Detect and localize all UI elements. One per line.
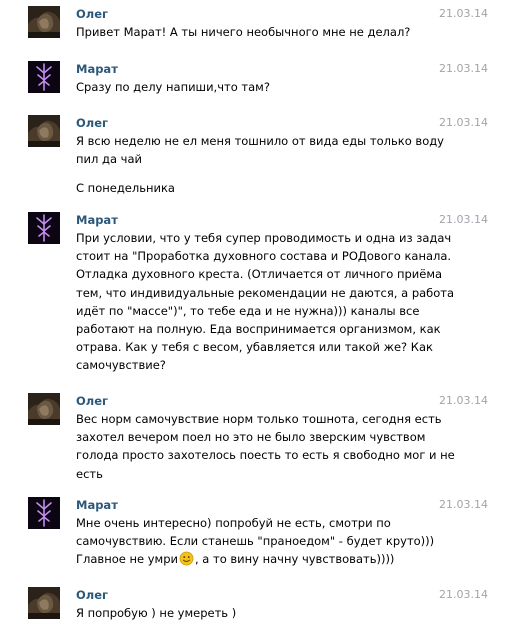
marat-avatar-rune	[28, 61, 60, 93]
message-date[interactable]: 21.03.14	[439, 587, 488, 603]
message-paragraph: Сразу по делу напиши,что там?	[76, 78, 436, 96]
message-line: Привет Марат! А ты ничего необычного мне…	[76, 25, 411, 39]
message-paragraph: Привет Марат! А ты ничего необычного мне…	[76, 23, 436, 41]
message-date[interactable]: 21.03.14	[439, 6, 488, 22]
message-date[interactable]: 21.03.14	[439, 212, 488, 228]
message-line: Вес норм самочувствие норм только тошнот…	[76, 412, 442, 426]
message-line: самочувствию. Если станешь "праноедом" -…	[76, 534, 435, 549]
message-line: Отладка духовного креста. (Отличается от…	[76, 267, 443, 282]
message-line: Главное не умри , а то вину начну чувство…	[76, 550, 436, 568]
author-link[interactable]: Олег	[76, 587, 108, 603]
message-line: работают на полную. Еда воспринимается о…	[76, 322, 441, 337]
message-text: Я попробую ) не умереть )	[76, 604, 436, 622]
message-line: С понедельника	[76, 181, 175, 196]
message-date[interactable]: 21.03.14	[439, 115, 488, 131]
avatar[interactable]	[28, 587, 60, 619]
message-text: Сразу по делу напиши,что там?	[76, 78, 436, 96]
message-text: Мне очень интересно) попробуй не есть, с…	[76, 514, 436, 569]
message-line-part: Главное не умри	[76, 552, 178, 567]
message-paragraph: Мне очень интересно) попробуй не есть, с…	[76, 514, 436, 569]
message-paragraph: Я всю неделю не ел меня тошнило от вида …	[76, 132, 444, 168]
avatar[interactable]	[28, 6, 60, 38]
author-link[interactable]: Олег	[76, 393, 108, 409]
oleg-avatar-photo	[28, 115, 60, 147]
message-paragraph: Я попробую ) не умереть )	[76, 604, 436, 622]
avatar[interactable]	[28, 61, 60, 93]
message-line: отрава. Как у тебя с весом, убавляется и…	[76, 340, 433, 355]
message-line: Сразу по делу напиши,что там?	[76, 80, 270, 94]
author-link[interactable]: Марат	[76, 497, 118, 513]
message-line: пил да чай	[76, 152, 142, 167]
message-line: При условии, что у тебя супер проводимос…	[76, 231, 452, 245]
message-line: Мне очень интересно) попробуй не есть, с…	[76, 516, 391, 530]
message-history: Олег 21.03.14 Привет Марат! А ты ничего не…	[0, 0, 532, 639]
marat-avatar-rune	[28, 212, 60, 244]
avatar[interactable]	[28, 497, 60, 529]
message-line: стоит на "Проработка духовного состава и…	[76, 249, 452, 264]
message-line: идёт по "массе")", то тебе еда и не нужн…	[76, 303, 420, 318]
message-line: захотел вечером поел но это не было звер…	[76, 430, 426, 445]
message-date[interactable]: 21.03.14	[439, 61, 488, 77]
oleg-avatar-photo	[28, 6, 60, 38]
message-line: голода просто захотелось поесть то есть …	[76, 448, 455, 463]
author-link[interactable]: Марат	[76, 61, 118, 77]
message-date[interactable]: 21.03.14	[439, 497, 488, 513]
author-link[interactable]: Олег	[76, 115, 108, 131]
message-text: Вес норм самочувствие норм только тошнот…	[76, 410, 455, 483]
author-link[interactable]: Олег	[76, 6, 108, 22]
message-line: Я попробую ) не умереть )	[76, 606, 237, 620]
message-line: самочувствие?	[76, 358, 166, 373]
message-text: При условии, что у тебя супер проводимос…	[76, 229, 455, 375]
message-paragraph: С понедельника	[76, 179, 436, 197]
message-text: Я всю неделю не ел меня тошнило от вида …	[76, 132, 444, 198]
message-line: тем, что индивидуальные рекомендации не …	[76, 285, 455, 300]
message-paragraph: При условии, что у тебя супер проводимос…	[76, 229, 455, 375]
smiley-emoji-icon	[179, 551, 194, 566]
oleg-avatar-photo	[28, 393, 60, 425]
marat-avatar-rune	[28, 497, 60, 529]
avatar[interactable]	[28, 212, 60, 244]
message-paragraph: Вес норм самочувствие норм только тошнот…	[76, 410, 455, 483]
oleg-avatar-photo	[28, 587, 60, 619]
avatar[interactable]	[28, 393, 60, 425]
message-date[interactable]: 21.03.14	[439, 393, 488, 409]
message-text: Привет Марат! А ты ничего необычного мне…	[76, 23, 436, 41]
author-link[interactable]: Марат	[76, 212, 118, 228]
avatar[interactable]	[28, 115, 60, 147]
message-line-part: , а то вину начну чувствовать))))	[194, 552, 395, 567]
message-line: Я всю неделю не ел меня тошнило от вида …	[76, 134, 444, 148]
message-line: есть	[76, 466, 103, 481]
